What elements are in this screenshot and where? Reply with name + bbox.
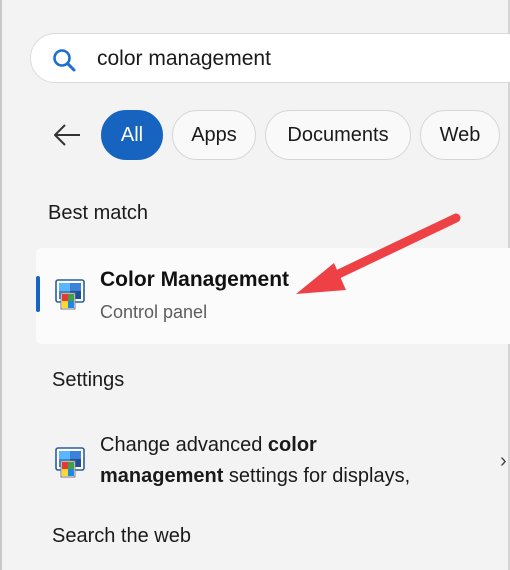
- search-web-heading: Search the web: [52, 525, 191, 547]
- chevron-right-icon[interactable]: ›: [500, 450, 507, 473]
- window-edge-left: [0, 0, 2, 570]
- setting-text-pre: Change advanced: [100, 434, 268, 456]
- result-title: Color Management: [100, 268, 290, 291]
- search-box[interactable]: [30, 33, 510, 83]
- settings-result-item[interactable]: Change advanced color management settings…: [36, 420, 510, 500]
- result-subtitle: Control panel: [100, 302, 208, 322]
- back-arrow-icon[interactable]: [52, 121, 82, 149]
- filter-chip-documents[interactable]: Documents: [265, 110, 411, 160]
- color-management-icon: [55, 447, 85, 478]
- setting-text-post: settings for displays,: [223, 465, 411, 487]
- selection-indicator: [36, 276, 40, 312]
- best-match-result[interactable]: Color Management Control panel: [36, 248, 510, 344]
- filter-chip-apps[interactable]: Apps: [172, 110, 256, 160]
- filter-chip-all[interactable]: All: [101, 110, 163, 160]
- search-icon: [53, 49, 76, 72]
- filter-chip-web[interactable]: Web: [420, 110, 500, 160]
- settings-heading: Settings: [52, 369, 125, 391]
- best-match-heading: Best match: [48, 202, 149, 224]
- color-management-icon: [55, 279, 85, 310]
- search-input[interactable]: [97, 44, 477, 74]
- setting-text-bold-color: color: [267, 434, 317, 456]
- setting-text-bold-management: management: [100, 465, 224, 487]
- setting-item-text: Change advanced color management settings…: [100, 430, 460, 492]
